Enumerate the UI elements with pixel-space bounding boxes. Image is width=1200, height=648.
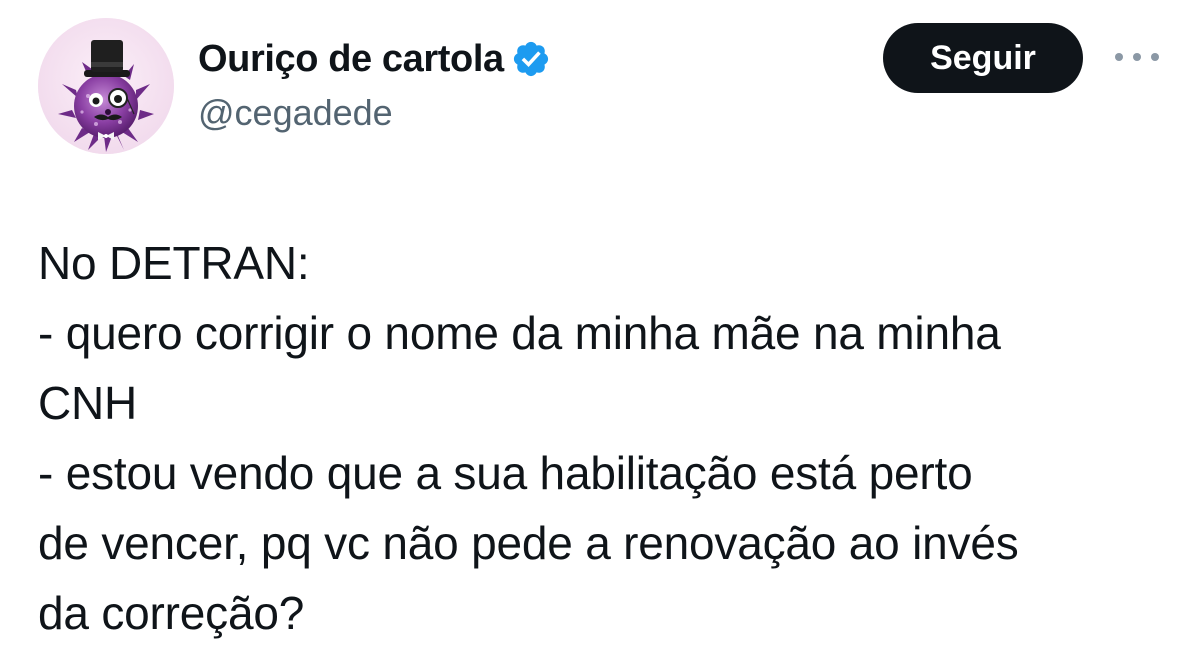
- author-display-name[interactable]: Ouriço de cartola: [198, 38, 504, 81]
- tweet-line: - estou vendo que a sua habilitação está…: [38, 447, 973, 499]
- tweet-text: No DETRAN: - quero corrigir o nome da mi…: [38, 228, 1178, 648]
- more-options-icon[interactable]: [1110, 42, 1164, 72]
- hedgehog-avatar-icon: [38, 18, 174, 154]
- avatar[interactable]: [38, 18, 174, 154]
- tweet-line: CNH: [38, 377, 138, 429]
- tweet-card: Ouriço de cartola @cegadede Seguir No DE…: [0, 0, 1200, 639]
- verified-badge-icon: [511, 39, 551, 79]
- tweet-line: da correção?: [38, 587, 305, 639]
- tweet-line: No DETRAN:: [38, 237, 310, 289]
- author-handle[interactable]: @cegadede: [198, 92, 393, 134]
- tweet-line: - quero corrigir o nome da minha mãe na …: [38, 307, 1001, 359]
- author-name-row: Ouriço de cartola: [198, 30, 551, 88]
- follow-button[interactable]: Seguir: [883, 23, 1083, 93]
- tweet-line: de vencer, pq vc não pede a renovação ao…: [38, 517, 1019, 569]
